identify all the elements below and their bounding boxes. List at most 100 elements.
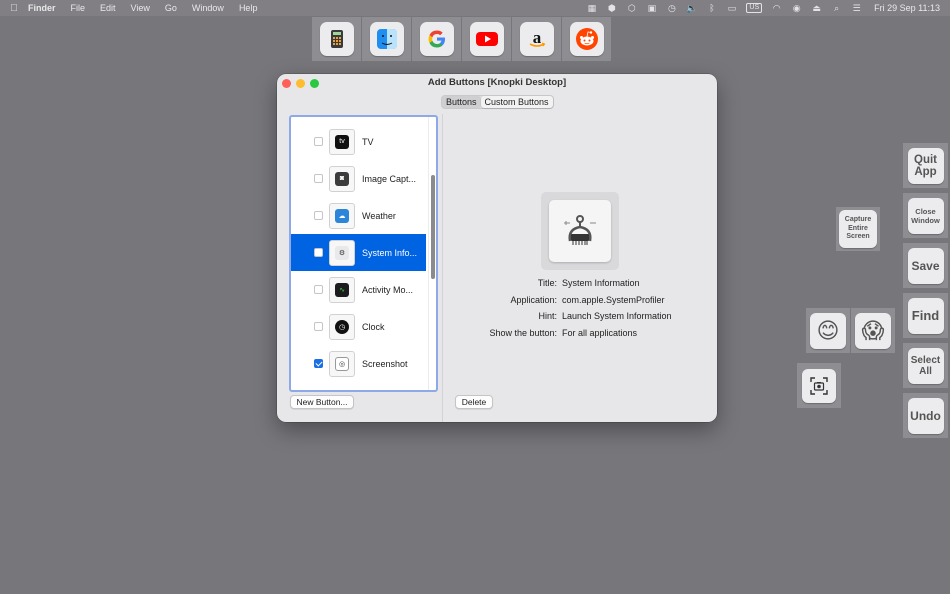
youtube-icon <box>475 32 498 46</box>
menu-file[interactable]: File <box>71 3 86 13</box>
reddit-button[interactable] <box>562 17 611 61</box>
select-all-label: Select All <box>907 347 944 384</box>
undo-label: Undo <box>907 397 944 434</box>
screenshot-icon: ◎ <box>329 350 355 377</box>
calculator-button[interactable] <box>312 17 361 61</box>
menubar-clock[interactable]: Fri 29 Sep 11:13 <box>874 3 940 13</box>
system-information-icon: ⚙ <box>329 239 355 266</box>
select-all-button[interactable]: Select All <box>903 343 948 388</box>
scrollbar-thumb[interactable] <box>431 175 435 279</box>
application-value: com.apple.SystemProfiler <box>562 294 665 305</box>
list-item[interactable]: ∿ Activity Mo... <box>291 271 426 308</box>
control-center-icon[interactable]: ☰ <box>851 3 862 13</box>
finder-button[interactable] <box>362 17 411 61</box>
menu-bar:  Finder File Edit View Go Window Help ▦… <box>0 0 950 16</box>
tab-buttons[interactable]: Buttons <box>442 96 481 108</box>
list-item-checkbox[interactable] <box>314 322 323 331</box>
apple-logo-icon[interactable]:  <box>0 3 28 14</box>
scream-emoji-button[interactable]: 😱 <box>851 308 895 353</box>
hint-label: Hint: <box>538 311 557 322</box>
scream-emoji: 😱 <box>855 312 891 349</box>
keyboard-layout-indicator[interactable]: US <box>746 3 763 13</box>
screenshot-icon <box>810 376 828 395</box>
finder-icon <box>376 29 397 49</box>
window-title: Add Buttons [Knopki Desktop] <box>427 77 567 88</box>
list-item[interactable]: ☁ Weather <box>291 197 426 234</box>
youtube-button[interactable] <box>462 17 511 61</box>
new-button-button[interactable]: New Button... <box>290 395 354 409</box>
title-value: System Information <box>562 278 640 289</box>
google-icon <box>428 30 445 48</box>
list-item[interactable]: ◷ Clock <box>291 308 426 345</box>
list-item[interactable]: tv TV <box>291 123 426 160</box>
quit-app-label: Quit App <box>907 147 944 184</box>
list-item-label: Activity Mo... <box>362 284 414 295</box>
screenshot-button[interactable] <box>797 363 841 408</box>
smile-emoji-button[interactable]: 😊 <box>806 308 850 353</box>
capture-entire-screen-button[interactable]: Capture Entire Screen <box>836 207 880 251</box>
status-app-icon[interactable]: ▣ <box>646 3 657 13</box>
list-scrollbar[interactable] <box>428 117 436 390</box>
user-icon[interactable]: ◉ <box>791 3 802 13</box>
tab-control: Buttons Custom Buttons <box>441 95 554 109</box>
battery-icon[interactable]: ▭ <box>726 3 737 13</box>
spotlight-search-icon[interactable]: ⌕ <box>831 3 842 13</box>
svg-text:a: a <box>532 28 541 47</box>
amazon-button[interactable]: a <box>512 17 561 61</box>
title-label: Title: <box>537 278 557 289</box>
show-button-label: Show the button: <box>489 327 557 338</box>
list-item-label: Image Capt... <box>362 173 417 184</box>
status-shield-icon[interactable]: ⬢ <box>606 3 617 13</box>
wifi-icon[interactable]: ◠ <box>771 3 782 13</box>
list-item[interactable]: ◎ Screenshot <box>291 345 426 382</box>
list-item-checkbox[interactable] <box>314 137 323 146</box>
menu-finder[interactable]: Finder <box>28 3 56 13</box>
quit-app-button[interactable]: Quit App <box>903 143 948 188</box>
activity-monitor-icon: ∿ <box>329 276 355 303</box>
status-box-icon[interactable]: ⬡ <box>626 3 637 13</box>
close-window-button-float[interactable]: Close Window <box>903 193 948 238</box>
amazon-icon: a <box>529 28 545 47</box>
list-item-checkbox[interactable] <box>314 359 323 368</box>
menu-go[interactable]: Go <box>165 3 177 13</box>
top-button-bar: a <box>312 17 611 61</box>
time-machine-icon[interactable]: ◷ <box>666 3 677 13</box>
clock-icon: ◷ <box>329 313 355 340</box>
list-item[interactable]: ◙ Image Capt... <box>291 160 426 197</box>
list-item-selected[interactable]: ⚙ System Info... <box>291 234 426 271</box>
save-button[interactable]: Save <box>903 243 948 288</box>
find-button[interactable]: Find <box>903 293 948 338</box>
bluetooth-icon[interactable]: ᛒ <box>706 3 717 13</box>
volume-icon[interactable]: 🔈 <box>686 3 697 13</box>
list-item-checkbox[interactable] <box>314 174 323 183</box>
close-window-label: Close Window <box>907 197 944 234</box>
pane-divider <box>442 114 443 422</box>
list-item-label: TV <box>362 136 374 147</box>
list-item-checkbox[interactable] <box>314 211 323 220</box>
list-item-label: Weather <box>362 210 396 221</box>
buttons-list[interactable]: tv TV ◙ Image Capt... ☁ Weather ⚙ System… <box>289 115 438 392</box>
menu-window[interactable]: Window <box>192 3 224 13</box>
eject-icon[interactable]: ⏏ <box>811 3 822 13</box>
button-details: Title: System Information Application: com… <box>457 275 672 341</box>
list-item-checkbox[interactable] <box>314 285 323 294</box>
menu-help[interactable]: Help <box>239 3 258 13</box>
window-titlebar[interactable]: Add Buttons [Knopki Desktop] <box>277 74 717 94</box>
menu-view[interactable]: View <box>131 3 150 13</box>
system-information-icon <box>564 215 596 245</box>
calculator-icon <box>330 30 343 48</box>
tab-custom-buttons[interactable]: Custom Buttons <box>480 96 553 108</box>
show-button-value: For all applications <box>562 327 638 338</box>
status-grid-icon[interactable]: ▦ <box>586 3 597 13</box>
selected-button-preview <box>541 192 619 270</box>
hint-value: Launch System Information <box>562 311 672 322</box>
undo-button[interactable]: Undo <box>903 393 948 438</box>
find-label: Find <box>907 297 944 334</box>
menu-edit[interactable]: Edit <box>100 3 116 13</box>
google-button[interactable] <box>412 17 461 61</box>
delete-button[interactable]: Delete <box>455 395 493 409</box>
reddit-icon <box>575 28 598 50</box>
list-item-checkbox[interactable] <box>314 248 323 257</box>
save-label: Save <box>907 247 944 284</box>
weather-icon: ☁ <box>329 202 355 229</box>
